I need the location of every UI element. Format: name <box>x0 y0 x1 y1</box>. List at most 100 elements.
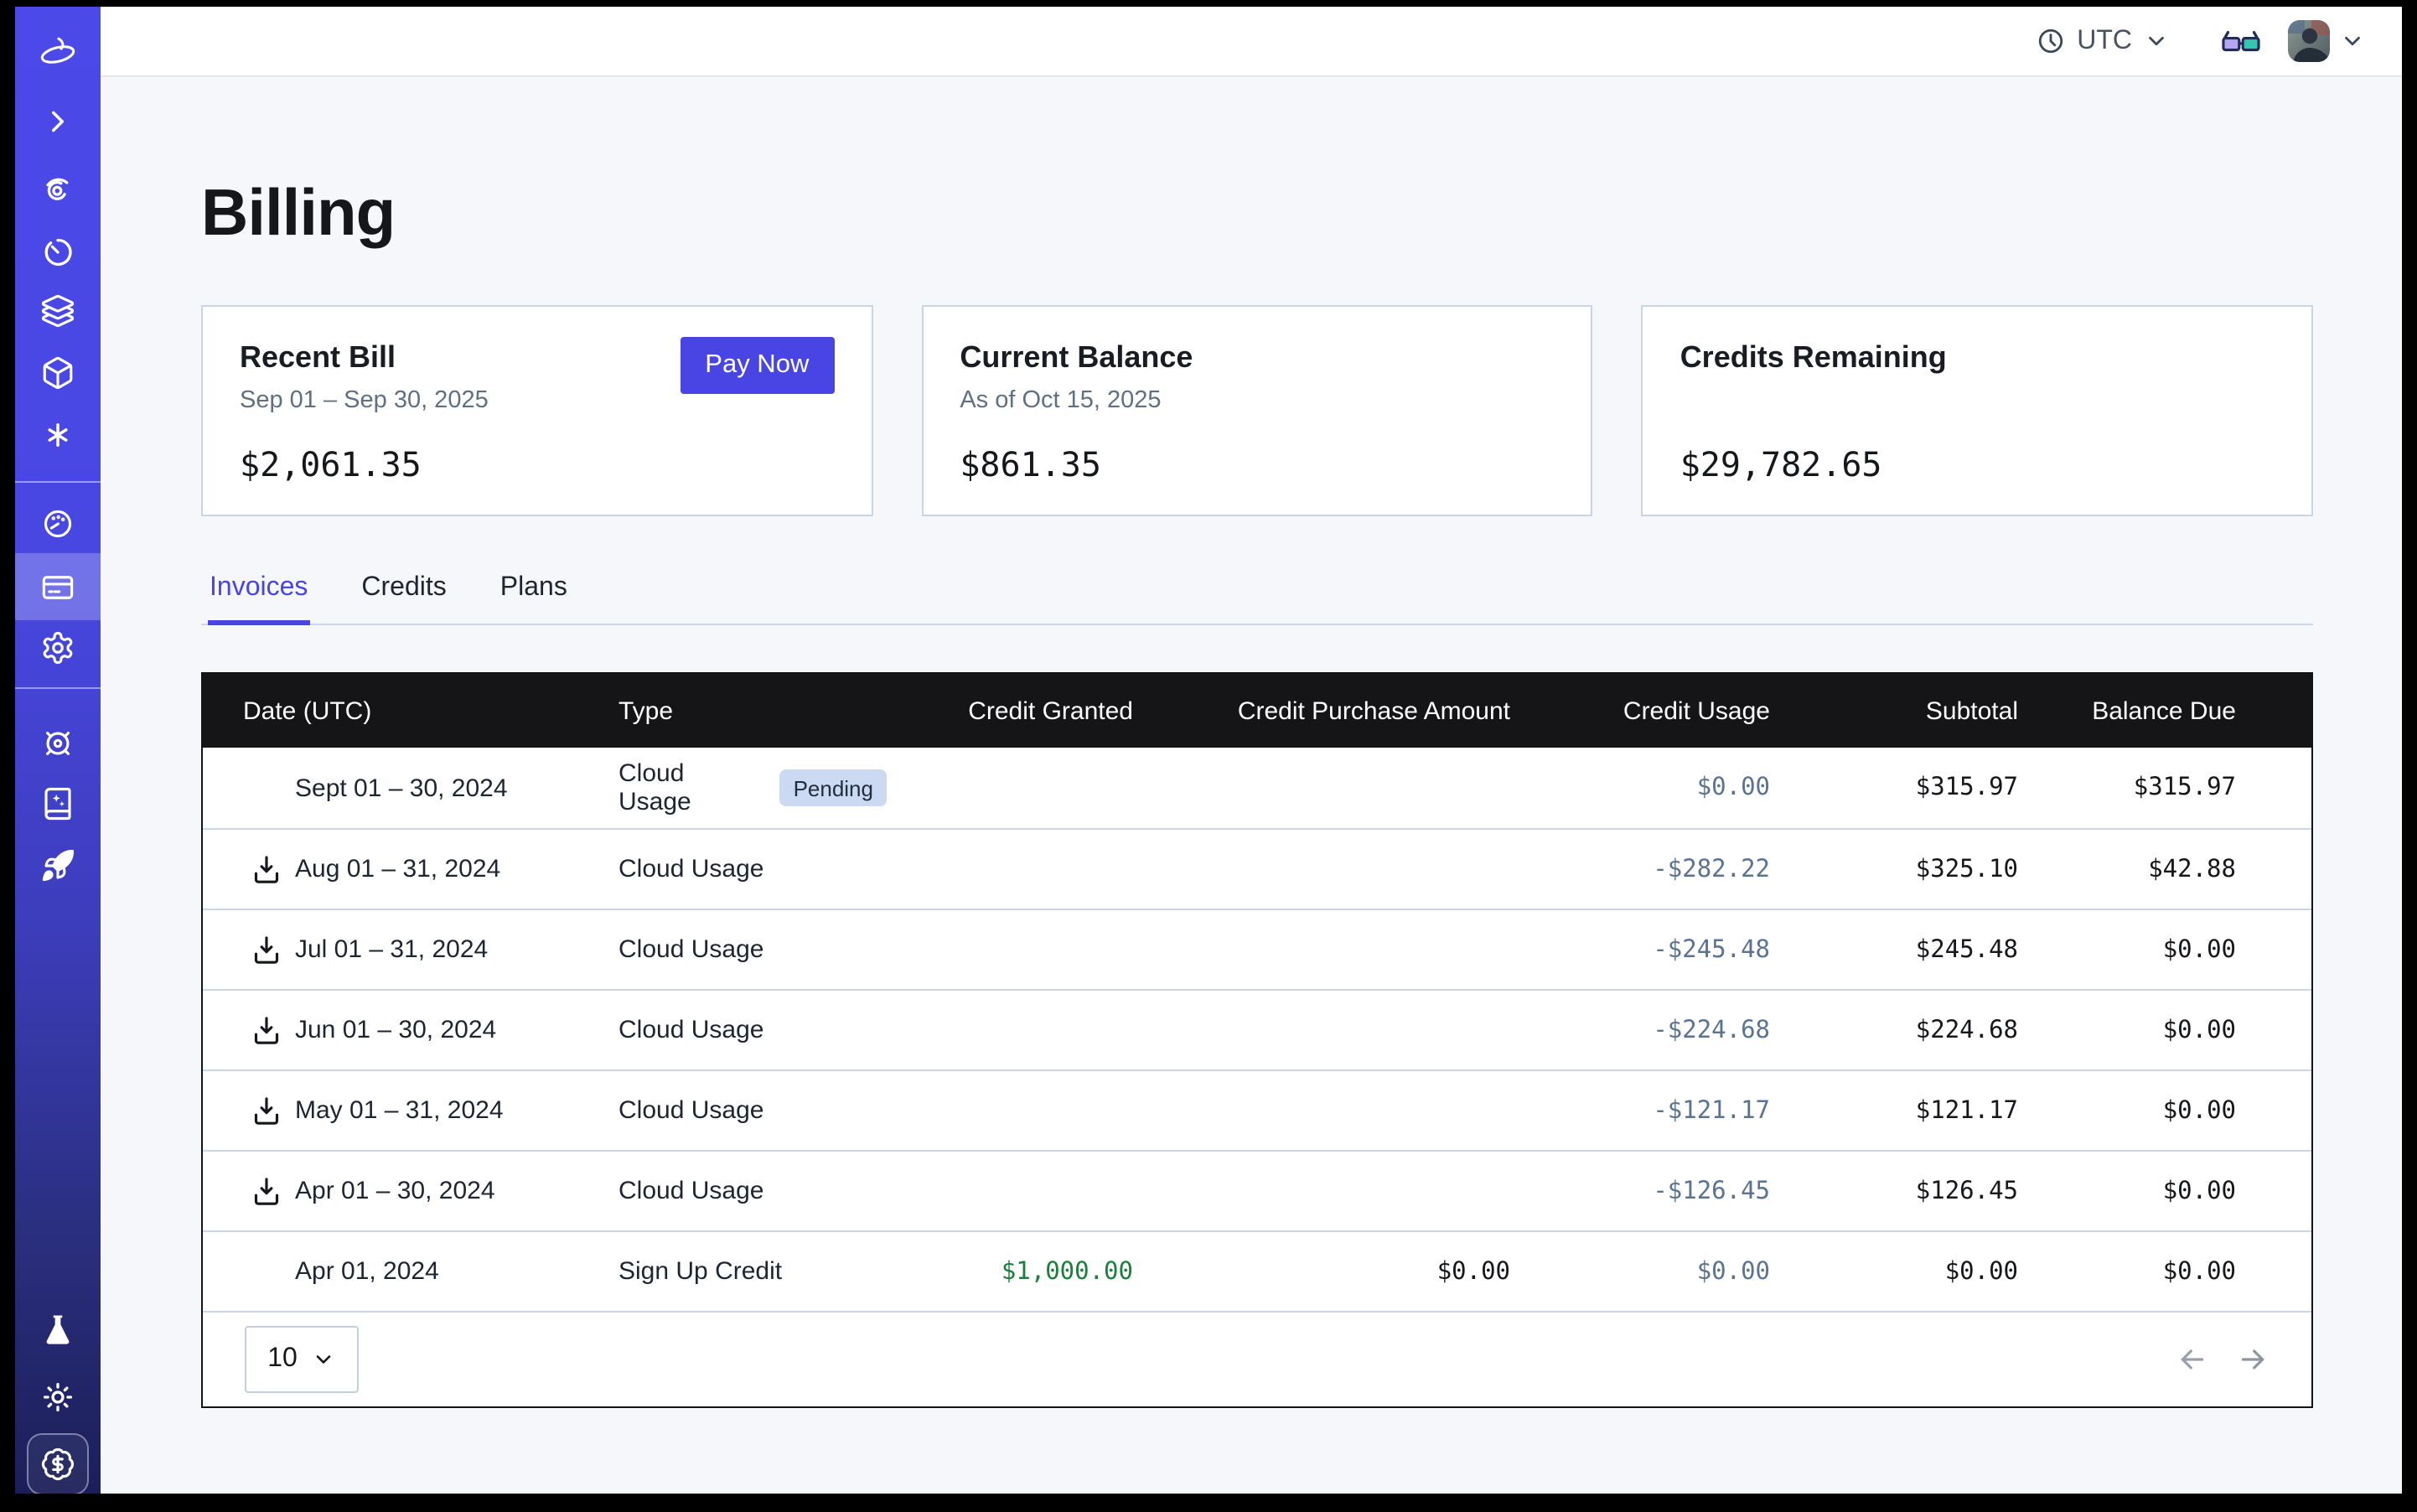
download-invoice-icon[interactable] <box>250 852 283 886</box>
avatar <box>2288 20 2330 62</box>
subtotal: $126.45 <box>1770 1178 2018 1204</box>
table-header: Date (UTC) Type Credit Granted Credit Pu… <box>203 674 2311 748</box>
invoice-date: Jul 01 – 31, 2024 <box>295 935 488 964</box>
invoice-type: Cloud Usage <box>618 855 763 883</box>
invoice-type: Cloud Usage <box>618 1177 763 1205</box>
credits-remaining-amount: $29,782.65 <box>1680 444 2275 484</box>
next-page-button[interactable] <box>2236 1343 2269 1376</box>
logo-orbit-icon[interactable] <box>15 22 101 85</box>
table-row: Apr 01 – 30, 2024 Cloud Usage -$126.45 $… <box>203 1150 2311 1230</box>
table-footer: 10 <box>203 1311 2311 1406</box>
col-credit-usage: Credit Usage <box>1510 696 1770 725</box>
app-window: UTC <box>0 0 2417 1512</box>
col-credit-purchase: Credit Purchase Amount <box>1133 696 1510 725</box>
page-title: Billing <box>201 178 2313 251</box>
timezone-label: UTC <box>2077 26 2132 56</box>
table-row: Jul 01 – 31, 2024 Cloud Usage -$245.48 $… <box>203 909 2311 989</box>
tab-plans[interactable]: Plans <box>499 573 569 624</box>
credit-usage: -$224.68 <box>1510 1017 1770 1043</box>
package-icon[interactable] <box>15 340 101 404</box>
account-menu[interactable] <box>2288 20 2365 62</box>
topbar: UTC <box>101 7 2402 77</box>
invoices-table: Date (UTC) Type Credit Granted Credit Pu… <box>201 672 2313 1408</box>
labs-flask-icon[interactable] <box>15 1297 101 1361</box>
table-row: May 01 – 31, 2024 Cloud Usage -$121.17 $… <box>203 1069 2311 1150</box>
invoice-date: May 01 – 31, 2024 <box>295 1096 504 1125</box>
balance-due: $0.00 <box>2018 1258 2236 1285</box>
asterisk-icon[interactable] <box>15 402 101 466</box>
invoice-type: Sign Up Credit <box>618 1257 782 1286</box>
table-row: Sept 01 – 30, 2024 Cloud Usage Pending $0… <box>203 748 2311 828</box>
credit-purchase: $0.00 <box>1133 1258 1510 1285</box>
subtotal: $224.68 <box>1770 1017 2018 1043</box>
timezone-selector[interactable]: UTC <box>2037 26 2169 56</box>
pay-now-button[interactable]: Pay Now <box>680 337 834 394</box>
invoice-date: Apr 01 – 30, 2024 <box>295 1177 495 1205</box>
invoice-date: Jun 01 – 30, 2024 <box>295 1016 496 1044</box>
download-invoice-icon[interactable] <box>250 1013 283 1047</box>
table-row: Apr 01, 2024 Sign Up Credit $1,000.00 $0… <box>203 1230 2311 1311</box>
billing-card-icon[interactable] <box>15 555 101 619</box>
recent-bill-card: Recent Bill Sep 01 – Sep 30, 2025 Pay No… <box>201 305 872 516</box>
theme-sun-icon[interactable] <box>15 1364 101 1428</box>
subtotal: $315.97 <box>1770 774 2018 801</box>
invoice-date: Sept 01 – 30, 2024 <box>295 774 508 802</box>
billing-tabs: Invoices Credits Plans <box>201 573 2313 625</box>
col-date: Date (UTC) <box>203 696 618 725</box>
timer-icon[interactable] <box>15 220 101 283</box>
credit-usage: -$121.17 <box>1510 1097 1770 1124</box>
download-invoice-icon[interactable] <box>250 1094 283 1127</box>
subtotal: $0.00 <box>1770 1258 2018 1285</box>
sidebar-divider <box>15 481 101 483</box>
chevron-down-icon <box>313 1348 336 1371</box>
layers-icon[interactable] <box>15 278 101 342</box>
docs-book-icon[interactable] <box>15 771 101 835</box>
quickstart-rocket-icon[interactable] <box>15 833 101 897</box>
balance-due: $0.00 <box>2018 1017 2236 1043</box>
recent-bill-amount: $2,061.35 <box>240 444 834 484</box>
table-row: Jun 01 – 30, 2024 Cloud Usage -$224.68 $… <box>203 989 2311 1069</box>
invoice-type: Cloud Usage <box>618 935 763 964</box>
col-subtotal: Subtotal <box>1770 696 2018 725</box>
current-balance-amount: $861.35 <box>960 444 1554 484</box>
current-balance-title: Current Balance <box>960 340 1193 375</box>
balance-due: $0.00 <box>2018 936 2236 963</box>
main-content: Billing Recent Bill Sep 01 – Sep 30, 202… <box>101 77 2402 1494</box>
tab-invoices[interactable]: Invoices <box>208 573 309 624</box>
subtotal: $121.17 <box>1770 1097 2018 1124</box>
summary-cards: Recent Bill Sep 01 – Sep 30, 2025 Pay No… <box>201 305 2313 516</box>
invoice-type: Cloud Usage <box>618 1096 763 1125</box>
col-type: Type <box>618 696 887 725</box>
helm-wheel-icon[interactable] <box>15 711 101 774</box>
subtotal: $325.10 <box>1770 856 2018 883</box>
expand-chevron-icon[interactable] <box>15 89 101 153</box>
credit-granted: $1,000.00 <box>887 1258 1133 1285</box>
rewards-badge-dollar-icon[interactable] <box>27 1433 89 1494</box>
page-size-select[interactable]: 10 <box>245 1326 359 1393</box>
credit-usage: -$245.48 <box>1510 936 1770 963</box>
clock-icon <box>2037 27 2065 55</box>
tab-credits[interactable]: Credits <box>360 573 448 624</box>
prev-page-button[interactable] <box>2176 1343 2209 1376</box>
usage-gauge-icon[interactable] <box>15 491 101 555</box>
chevron-down-icon <box>2144 28 2169 54</box>
balance-due: $315.97 <box>2018 774 2236 801</box>
status-badge: Pending <box>780 769 887 806</box>
settings-gear-icon[interactable] <box>15 615 101 679</box>
table-body: Sept 01 – 30, 2024 Cloud Usage Pending $0… <box>203 748 2311 1311</box>
sidebar <box>15 7 101 1494</box>
credit-usage: $0.00 <box>1510 1258 1770 1285</box>
current-balance-asof: As of Oct 15, 2025 <box>960 387 1193 414</box>
table-row: Aug 01 – 31, 2024 Cloud Usage -$282.22 $… <box>203 828 2311 909</box>
invoice-type: Cloud Usage <box>618 759 763 816</box>
3d-glasses-icon[interactable] <box>2221 24 2261 58</box>
invoice-type: Cloud Usage <box>618 1016 763 1044</box>
chevron-down-icon <box>2340 28 2365 54</box>
sidebar-divider <box>15 687 101 689</box>
credit-usage: $0.00 <box>1510 774 1770 801</box>
observe-spiral-icon[interactable] <box>15 158 101 221</box>
download-invoice-icon[interactable] <box>250 1174 283 1208</box>
download-invoice-icon[interactable] <box>250 933 283 966</box>
col-balance-due: Balance Due <box>2018 696 2236 725</box>
page-size-value: 10 <box>267 1344 298 1375</box>
